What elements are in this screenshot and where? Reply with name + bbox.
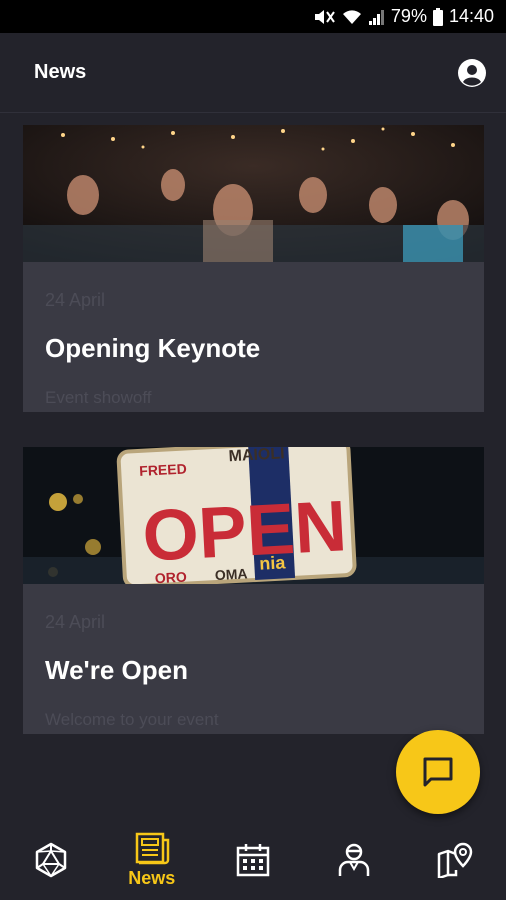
nav-label-news: News — [128, 867, 176, 888]
newspaper-icon — [135, 832, 170, 864]
map-pin-icon — [438, 842, 473, 878]
chat-icon — [423, 757, 453, 787]
plate-text-oro: ORO — [155, 569, 188, 584]
mute-icon — [314, 9, 335, 24]
license-plate-image: FREED MAIOLI OPEN ORO OMA nia — [23, 447, 484, 584]
account-icon[interactable] — [458, 58, 486, 87]
chat-fab-button[interactable] — [396, 730, 480, 814]
nav-item-speakers[interactable] — [314, 842, 394, 878]
news-subtitle: Welcome to your event — [45, 710, 219, 729]
plate-text-maioli: MAIOLI — [228, 447, 285, 465]
bottom-nav: News — [0, 820, 506, 900]
nav-item-agenda[interactable] — [213, 842, 293, 878]
plate-text-open: OPEN — [141, 486, 349, 577]
battery-percent: 79% — [390, 6, 427, 26]
calendar-icon — [236, 844, 270, 877]
news-subtitle: Event showoff — [45, 388, 152, 407]
nav-item-home[interactable] — [11, 842, 91, 878]
news-date: 24 April — [45, 612, 106, 632]
clock: 14:40 — [448, 6, 494, 26]
news-date: 24 April — [45, 290, 106, 310]
nav-item-map[interactable] — [415, 842, 495, 878]
polyhedron-logo-icon — [35, 842, 66, 878]
status-bar: 79% 14:40 — [0, 0, 506, 33]
plate-text-oma: OMA — [214, 565, 247, 583]
news-card[interactable]: FREED MAIOLI OPEN ORO OMA nia 24 April W… — [23, 447, 484, 734]
news-title: We're Open — [45, 655, 188, 685]
news-card-image: FREED MAIOLI OPEN ORO OMA nia — [23, 447, 484, 584]
wifi-icon — [342, 9, 361, 24]
app-bar: News — [0, 33, 506, 113]
speaker-person-icon — [338, 843, 370, 876]
news-card-image — [23, 125, 484, 262]
battery-icon — [432, 7, 443, 26]
news-card[interactable]: 24 April Opening Keynote Event showoff — [23, 125, 484, 412]
page-title: News — [34, 61, 87, 83]
plate-text-freed: FREED — [139, 460, 187, 478]
crowd-image — [23, 125, 484, 262]
news-title: Opening Keynote — [45, 333, 261, 363]
signal-icon — [368, 9, 384, 25]
plate-text-nia: nia — [259, 552, 287, 573]
nav-item-news[interactable]: News — [112, 832, 192, 889]
